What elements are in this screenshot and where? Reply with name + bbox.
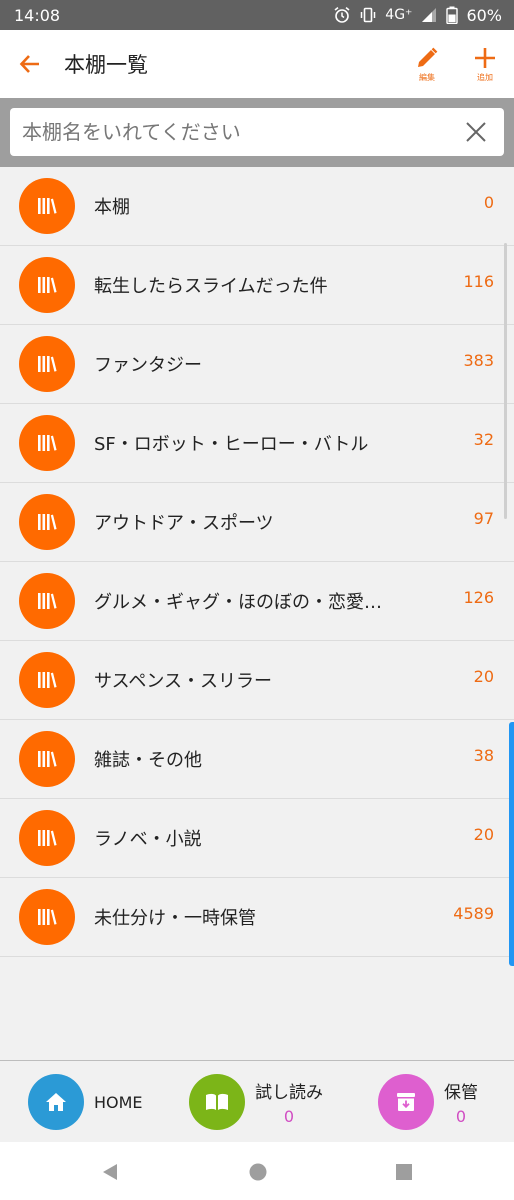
bookshelf-icon xyxy=(19,178,75,234)
shelf-name: SF・ロボット・ヒーロー・バトル xyxy=(94,434,369,455)
shelf-name: 雑誌・その他 xyxy=(94,750,202,771)
add-label: 追加 xyxy=(477,72,493,82)
nav-trial-count: 0 xyxy=(283,1107,295,1126)
network-type: 4G⁺ xyxy=(385,7,413,23)
add-button[interactable]: 追加 xyxy=(456,30,514,98)
shelf-row[interactable]: ラノベ・小説 20 xyxy=(0,799,514,878)
shelf-name: ファンタジー xyxy=(94,355,202,376)
triangle-back-icon xyxy=(103,1164,117,1180)
close-icon xyxy=(466,122,486,142)
system-recents-button[interactable] xyxy=(390,1158,418,1186)
nav-trial-label: 試し読み xyxy=(255,1083,323,1103)
edit-label: 編集 xyxy=(419,72,435,82)
bookshelf-icon xyxy=(19,810,75,866)
status-icons: 4G⁺ 60% xyxy=(333,6,502,25)
shelf-count: 32 xyxy=(473,429,494,449)
shelf-count: 0 xyxy=(483,192,494,212)
shelf-count: 20 xyxy=(473,824,494,844)
shelf-count: 4589 xyxy=(453,903,494,923)
arrow-left-icon xyxy=(19,55,39,73)
home-icon xyxy=(28,1074,84,1130)
archive-box-icon xyxy=(378,1074,434,1130)
nav-trial[interactable]: 試し読み 0 xyxy=(189,1074,323,1130)
shelf-name: 未仕分け・一時保管 xyxy=(94,908,256,929)
nav-archive-label: 保管 xyxy=(444,1083,478,1103)
bookshelf-icon xyxy=(19,415,75,471)
clear-button[interactable] xyxy=(458,114,494,150)
bottom-nav: HOME 試し読み 0 保管 0 xyxy=(0,1060,514,1142)
nav-archive[interactable]: 保管 0 xyxy=(378,1074,478,1130)
search-input[interactable] xyxy=(22,120,458,144)
back-button[interactable] xyxy=(0,30,60,98)
search-bar xyxy=(0,98,514,167)
shelf-row[interactable]: グルメ・ギャグ・ほのぼの・恋愛… 126 xyxy=(0,562,514,641)
shelf-row[interactable]: アウトドア・スポーツ 97 xyxy=(0,483,514,562)
signal-icon xyxy=(422,8,437,22)
shelf-row[interactable]: 転生したらスライムだった件 116 xyxy=(0,246,514,325)
bookshelf-icon xyxy=(19,336,75,392)
system-home-button[interactable] xyxy=(244,1158,272,1186)
shelf-count: 97 xyxy=(473,508,494,528)
shelf-row[interactable]: 雑誌・その他 38 xyxy=(0,720,514,799)
nav-trial-text: 試し読み 0 xyxy=(255,1078,323,1126)
battery-percent: 60% xyxy=(466,5,502,25)
shelf-name: 本棚 xyxy=(94,197,130,218)
shelf-count: 116 xyxy=(463,271,494,291)
shelf-name: グルメ・ギャグ・ほのぼの・恋愛… xyxy=(94,592,382,613)
nav-home-label: HOME xyxy=(94,1092,143,1112)
status-time: 14:08 xyxy=(14,5,61,25)
bookshelf-icon xyxy=(19,573,75,629)
bookshelf-icon xyxy=(19,257,75,313)
search-box xyxy=(10,108,504,156)
shelf-name: ラノベ・小説 xyxy=(94,829,202,850)
battery-icon xyxy=(446,6,459,24)
shelf-list: 本棚 0 転生したらスライムだった件 116 ファンタジー 383 SF・ロボッ… xyxy=(0,167,514,957)
shelf-row[interactable]: 本棚 0 xyxy=(0,167,514,246)
shelf-count: 20 xyxy=(473,666,494,686)
nav-home[interactable]: HOME xyxy=(28,1074,143,1130)
edit-button[interactable]: 編集 xyxy=(398,30,456,98)
bookshelf-icon xyxy=(19,731,75,787)
bookshelf-icon xyxy=(19,494,75,550)
bookshelf-icon xyxy=(19,652,75,708)
app-bar: 本棚一覧 編集 追加 xyxy=(0,30,514,98)
bookshelf-icon xyxy=(19,889,75,945)
plus-icon xyxy=(475,47,495,68)
shelf-row[interactable]: SF・ロボット・ヒーロー・バトル 32 xyxy=(0,404,514,483)
system-nav-bar xyxy=(0,1142,514,1200)
status-bar: 14:08 4G⁺ 60% xyxy=(0,0,514,30)
edge-scroll-handle[interactable] xyxy=(509,722,514,966)
shelf-row[interactable]: サスペンス・スリラー 20 xyxy=(0,641,514,720)
shelf-name: 転生したらスライムだった件 xyxy=(94,276,328,297)
pencil-icon xyxy=(418,47,438,67)
circle-home-icon xyxy=(249,1163,267,1181)
open-book-icon xyxy=(189,1074,245,1130)
shelf-row[interactable]: ファンタジー 383 xyxy=(0,325,514,404)
nav-archive-count: 0 xyxy=(455,1107,467,1126)
shelf-row[interactable]: 未仕分け・一時保管 4589 xyxy=(0,878,514,957)
vibrate-icon xyxy=(361,7,376,23)
nav-archive-text: 保管 0 xyxy=(444,1078,478,1126)
square-recents-icon xyxy=(396,1164,412,1180)
shelf-count: 126 xyxy=(463,587,494,607)
shelf-count: 38 xyxy=(473,745,494,765)
shelf-count: 383 xyxy=(463,350,494,370)
list-scrollbar[interactable] xyxy=(504,243,507,519)
page-title: 本棚一覧 xyxy=(64,53,148,77)
alarm-icon xyxy=(334,6,350,23)
shelf-name: サスペンス・スリラー xyxy=(94,671,273,692)
system-back-button[interactable] xyxy=(96,1158,124,1186)
shelf-name: アウトドア・スポーツ xyxy=(94,513,274,534)
